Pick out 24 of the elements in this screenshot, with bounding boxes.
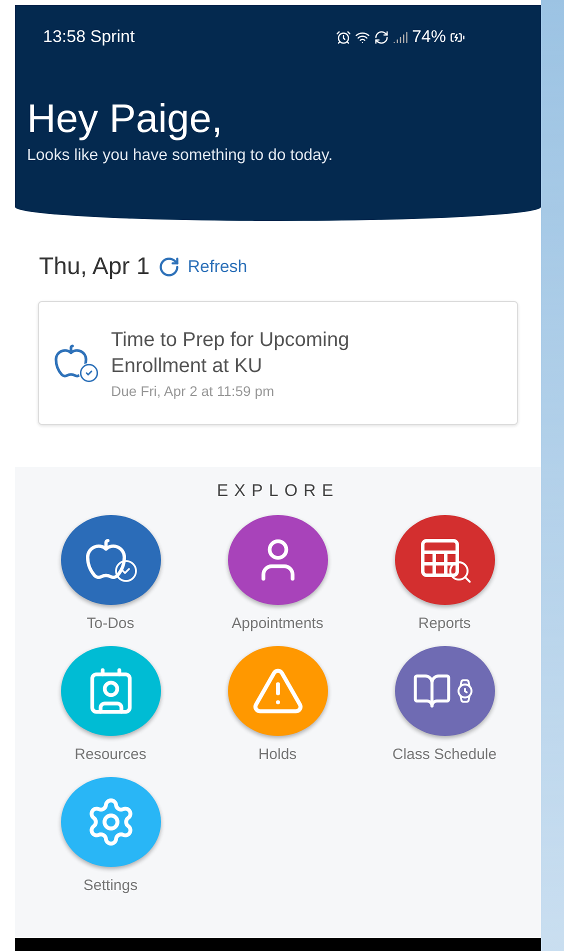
status-time: 13:58 Sprint [43,27,135,47]
wifi-icon [354,30,370,44]
tile-label: Holds [258,746,297,763]
tile-label: Class Schedule [392,746,497,763]
refresh-icon [158,256,180,278]
greeting-title: Hey Paige, [27,99,224,139]
date-heading: Thu, Apr 1 [39,253,150,281]
apple-check-icon [84,537,138,583]
apple-check-icon [53,343,99,383]
alarm-icon [336,30,351,44]
tile-label: To-Dos [86,615,134,632]
todo-card[interactable]: Time to Prep for Upcoming Enrollment at KU Due Fri, Apr 2 at 11:59 pm [38,301,518,425]
tile-label: Settings [83,877,138,894]
sync-icon [374,30,389,44]
todo-due-date: Due Fri, Apr 2 at 11:59 pm [111,383,276,399]
todo-title: Time to Prep for Upcoming Enrollment at KU [111,328,350,379]
tile-label: Appointments [232,615,324,632]
explore-heading: EXPLORE [216,481,340,501]
signal-icon [392,30,408,44]
tile-label: Reports [418,615,471,632]
greeting-subtitle: Looks like you have something to do today. [27,147,334,165]
refresh-link[interactable]: Refresh [188,257,248,277]
tile-label: Resources [74,746,146,763]
battery-percent: 74% [412,27,446,47]
